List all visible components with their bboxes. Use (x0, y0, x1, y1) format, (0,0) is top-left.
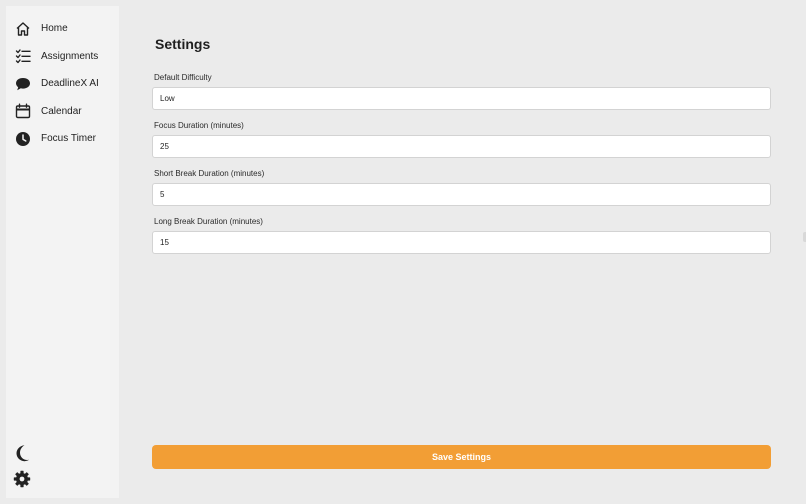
default-difficulty-input[interactable] (152, 87, 771, 110)
long-break-duration-field: Long Break Duration (minutes) (152, 216, 772, 254)
app-window: Home Assignments DeadlineX AI Calendar F… (0, 0, 806, 504)
field-label: Long Break Duration (minutes) (154, 217, 263, 226)
page-title: Settings (155, 36, 211, 52)
short-break-duration-input[interactable] (152, 183, 771, 206)
clock-icon (15, 131, 31, 147)
save-settings-button[interactable]: Save Settings (152, 445, 771, 469)
sidebar-item-home[interactable]: Home (6, 15, 119, 43)
long-break-duration-input[interactable] (152, 231, 771, 254)
default-difficulty-field: Default Difficulty (152, 72, 772, 110)
sidebar-item-label: DeadlineX AI (41, 78, 99, 90)
calendar-icon (15, 103, 31, 119)
field-label: Focus Duration (minutes) (154, 121, 244, 130)
settings-panel: Settings Default Difficulty Focus Durati… (152, 0, 772, 504)
checklist-icon (15, 48, 31, 64)
home-icon (15, 21, 31, 37)
field-label: Short Break Duration (minutes) (154, 169, 265, 178)
sidebar-nav: Home Assignments DeadlineX AI Calendar F… (6, 15, 119, 153)
sidebar-item-deadlinex-ai[interactable]: DeadlineX AI (6, 70, 119, 98)
chat-bubble-icon (15, 76, 31, 92)
sidebar-item-assignments[interactable]: Assignments (6, 43, 119, 71)
short-break-duration-field: Short Break Duration (minutes) (152, 168, 772, 206)
gear-icon[interactable] (13, 470, 31, 488)
sidebar-item-label: Home (41, 23, 68, 35)
sidebar-item-label: Assignments (41, 50, 99, 62)
moon-icon[interactable] (13, 444, 31, 462)
sidebar-item-calendar[interactable]: Calendar (6, 98, 119, 126)
sidebar-item-label: Focus Timer (41, 133, 97, 145)
sidebar-item-label: Calendar (41, 105, 82, 117)
field-label: Default Difficulty (154, 73, 212, 82)
sidebar-footer (13, 444, 33, 488)
focus-duration-input[interactable] (152, 135, 771, 158)
sidebar: Home Assignments DeadlineX AI Calendar F… (6, 6, 119, 498)
focus-duration-field: Focus Duration (minutes) (152, 120, 772, 158)
sidebar-item-focus-timer[interactable]: Focus Timer (6, 125, 119, 153)
